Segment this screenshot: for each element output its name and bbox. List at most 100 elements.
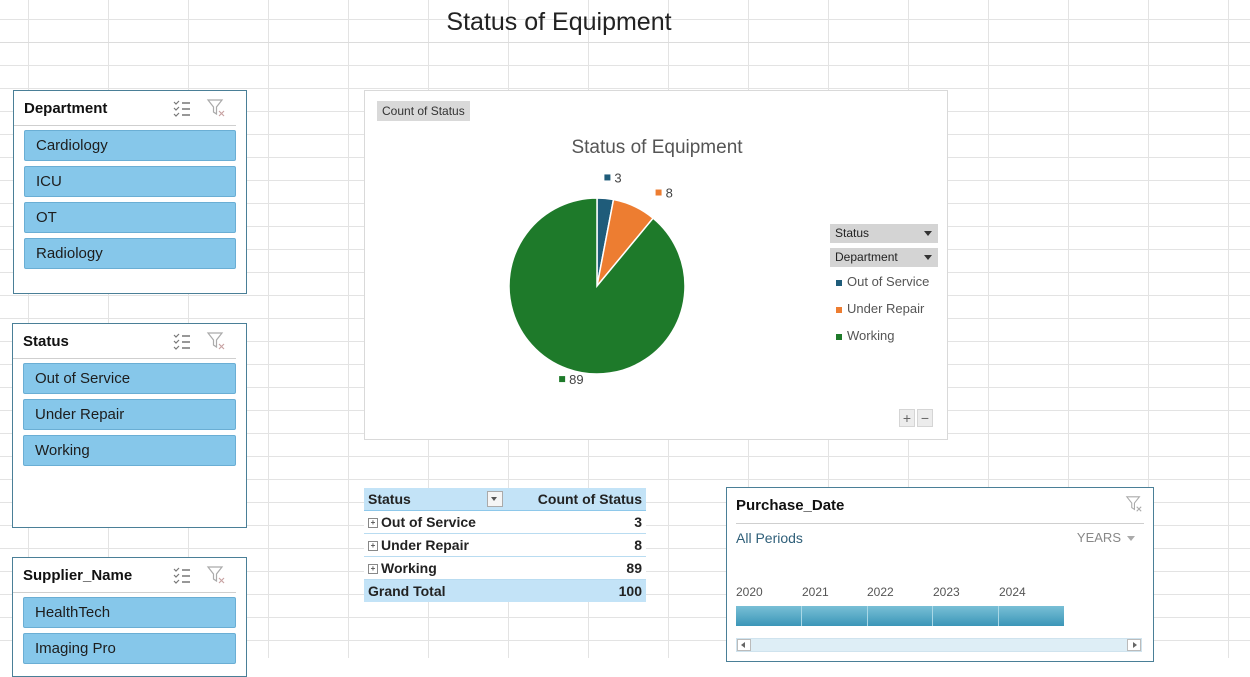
pivot-row-label-header[interactable]: Status (364, 488, 508, 511)
pivot-header-row: Status Count of Status (364, 488, 646, 511)
legend-swatch (836, 279, 842, 286)
legend-item-working: Working (836, 328, 894, 343)
row-text: Working (381, 560, 437, 576)
pivot-row-label[interactable]: + Working (364, 556, 508, 580)
slicer-items: Out of Service Under Repair Working (13, 359, 246, 466)
data-label-swatch (604, 174, 611, 181)
legend-field-label: Department (835, 250, 898, 264)
slicer-item-under-repair[interactable]: Under Repair (23, 399, 236, 430)
row-text: Out of Service (381, 514, 476, 530)
pivot-row-value: 89 (507, 556, 646, 580)
pivot-row: + Out of Service 3 (364, 510, 646, 534)
slicer-items: Cardiology ICU OT Radiology (14, 126, 246, 269)
department-slicer: Department Cardiology ICU OT Radiology (13, 90, 247, 294)
timeline-all-periods: All Periods (736, 530, 803, 546)
slicer-item-healthtech[interactable]: HealthTech (23, 597, 236, 628)
scroll-right-button[interactable] (1127, 639, 1141, 651)
legend-item-out-of-service: Out of Service (836, 274, 929, 289)
slicer-item-out-of-service[interactable]: Out of Service (23, 363, 236, 394)
timeline-bar-divider (867, 606, 868, 626)
collapse-field-button[interactable]: − (917, 409, 933, 427)
expand-field-button[interactable]: + (899, 409, 915, 427)
legend-swatch (836, 306, 842, 313)
slicer-title: Supplier_Name (23, 566, 133, 584)
slicer-header: Status (13, 324, 236, 359)
slicer-item-imaging-pro[interactable]: Imaging Pro (23, 633, 236, 664)
slicer-item-icu[interactable]: ICU (24, 166, 236, 197)
data-label-out-of-service: 3 (604, 170, 622, 185)
grand-total-value: 100 (507, 579, 646, 602)
data-label-working: 89 (559, 372, 584, 387)
filter-dropdown-icon[interactable] (487, 491, 504, 507)
expand-icon[interactable]: + (368, 541, 378, 552)
slicer-item-ot[interactable]: OT (24, 202, 236, 233)
legend-label: Working (847, 328, 895, 343)
pie-chart[interactable]: Count of Status Status of Equipment 3 8 89… (364, 90, 948, 440)
dropdown-arrow-icon (1127, 536, 1135, 542)
pivot-table: Status Count of Status + Out of Service 3… (364, 488, 646, 602)
clear-filter-icon[interactable] (206, 98, 226, 118)
expand-icon[interactable]: + (368, 518, 378, 529)
legend-label: Out of Service (847, 274, 930, 289)
legend-label: Under Repair (847, 301, 925, 316)
data-label-text: 3 (614, 170, 621, 185)
pivot-row-value: 8 (507, 533, 646, 557)
data-label-swatch (559, 376, 566, 383)
slicer-header: Supplier_Name (13, 558, 236, 593)
legend-field-department[interactable]: Department (830, 248, 938, 267)
multi-select-icon[interactable] (172, 331, 192, 351)
timeline-divider (736, 523, 1144, 524)
scroll-left-button[interactable] (737, 639, 751, 651)
timeline-bar-divider (801, 606, 802, 626)
multi-select-icon[interactable] (172, 565, 192, 585)
timeline-bar-divider (932, 606, 933, 626)
row-text: Under Repair (381, 537, 469, 553)
timeline-bar-divider (998, 606, 999, 626)
pivot-row-label[interactable]: + Under Repair (364, 533, 508, 557)
timeline-year-label: 2024 (999, 585, 1026, 599)
timeline-selection-bar[interactable] (736, 606, 1064, 626)
slicer-item-radiology[interactable]: Radiology (24, 238, 236, 269)
clear-filter-icon[interactable] (206, 331, 226, 351)
dashboard-title: Status of Equipment (446, 8, 672, 36)
slicer-item-working[interactable]: Working (23, 435, 236, 466)
timeline-year-label: 2020 (736, 585, 763, 599)
pivot-grand-total-row: Grand Total 100 (364, 579, 646, 602)
timeline-year-label: 2021 (802, 585, 829, 599)
supplier-slicer: Supplier_Name HealthTech Imaging Pro (12, 557, 247, 677)
data-label-text: 89 (569, 372, 583, 387)
pivot-row: + Working 89 (364, 556, 646, 580)
purchase-date-timeline: Purchase_Date All Periods YEARS 2020 202… (726, 487, 1154, 662)
grid-divider (0, 42, 1250, 43)
timeline-scrollbar[interactable] (736, 638, 1142, 652)
slicer-items: HealthTech Imaging Pro (13, 593, 246, 664)
data-label-swatch (655, 189, 662, 196)
pivot-row-value: 3 (507, 510, 646, 534)
slicer-item-cardiology[interactable]: Cardiology (24, 130, 236, 161)
legend-field-status[interactable]: Status (830, 224, 938, 243)
timeline-year-label: 2022 (867, 585, 894, 599)
dropdown-arrow-icon (924, 255, 932, 260)
clear-filter-icon[interactable] (206, 565, 226, 585)
slicer-title: Department (24, 99, 108, 117)
slicer-header: Department (14, 91, 236, 126)
legend-swatch (836, 333, 842, 340)
pivot-row: + Under Repair 8 (364, 533, 646, 557)
header-text: Status (368, 491, 411, 507)
pivot-row-label[interactable]: + Out of Service (364, 510, 508, 534)
grand-total-label: Grand Total (364, 579, 508, 602)
clear-filter-icon[interactable] (1125, 495, 1143, 513)
timeline-year-label: 2023 (933, 585, 960, 599)
timeline-level-selector[interactable]: YEARS (1077, 530, 1135, 545)
pie-slice-working[interactable] (508, 197, 686, 375)
pivot-value-header: Count of Status (507, 488, 646, 511)
legend-field-label: Status (835, 226, 870, 240)
expand-icon[interactable]: + (368, 564, 378, 575)
multi-select-icon[interactable] (172, 98, 192, 118)
data-label-under-repair: 8 (655, 186, 673, 201)
dropdown-arrow-icon (924, 231, 932, 236)
status-slicer: Status Out of Service Under Repair Worki… (12, 323, 247, 528)
data-label-text: 8 (666, 186, 673, 201)
slicer-title: Status (23, 332, 69, 350)
timeline-title: Purchase_Date (736, 497, 845, 514)
